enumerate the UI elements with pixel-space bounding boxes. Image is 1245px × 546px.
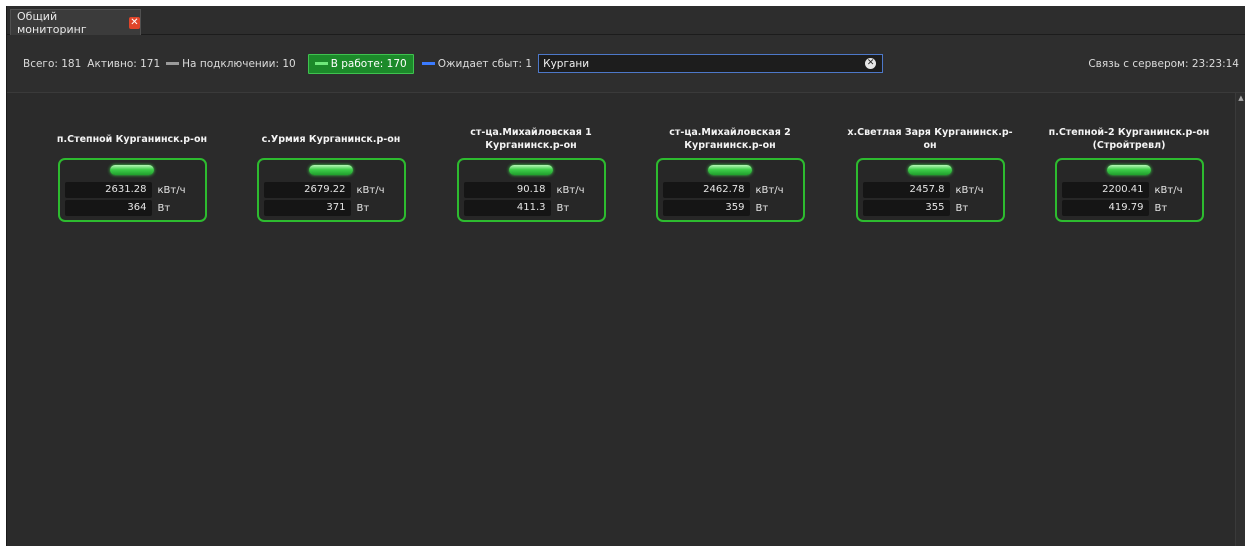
- close-icon[interactable]: ✕: [128, 16, 140, 29]
- filter-working[interactable]: В работе: 170: [307, 53, 414, 74]
- power-unit: Вт: [356, 202, 370, 214]
- power-row: 411.3 Вт: [463, 200, 570, 216]
- station-name: с.Урмия Курганинск.р-он: [261, 133, 401, 145]
- vertical-scrollbar[interactable]: ▲: [1235, 93, 1245, 546]
- station-card[interactable]: 2679.22 кВт/ч 371 Вт: [256, 158, 406, 222]
- station-name: ст-ца.Михайловская 1 Курганинск.р-он: [470, 127, 592, 151]
- waiting-swatch-icon: [421, 62, 435, 65]
- power-unit: Вт: [755, 202, 769, 214]
- power-unit: Вт: [157, 202, 171, 214]
- filter-waiting[interactable]: Ожидает сбыт: 1: [421, 57, 533, 70]
- working-swatch-icon: [314, 62, 328, 65]
- energy-value: 2679.22: [263, 182, 351, 198]
- energy-unit: кВт/ч: [755, 184, 784, 196]
- energy-value: 2457.8: [862, 182, 950, 198]
- station-name: ст-ца.Михайловская 2 Курганинск.р-он: [669, 127, 791, 151]
- power-unit: Вт: [1154, 202, 1168, 214]
- search-input[interactable]: [543, 57, 844, 70]
- power-row: 364 Вт: [64, 200, 171, 216]
- power-value: 355: [862, 200, 950, 216]
- energy-unit: кВт/ч: [1154, 184, 1183, 196]
- clear-icon[interactable]: ✕: [865, 58, 877, 69]
- status-led-icon: [509, 165, 553, 175]
- energy-unit: кВт/ч: [157, 184, 186, 196]
- active-count: Активно: 171: [87, 57, 161, 70]
- energy-value: 2462.78: [662, 182, 750, 198]
- toolbar: Всего: 181 Активно: 171 На подключении: …: [7, 35, 1245, 92]
- tab-title: Общий мониторинг: [17, 9, 87, 36]
- power-value: 364: [64, 200, 152, 216]
- connecting-swatch-icon: [166, 62, 180, 65]
- energy-unit: кВт/ч: [955, 184, 984, 196]
- total-count: Всего: 181: [23, 57, 82, 70]
- filter-waiting-label: Ожидает сбыт: 1: [437, 57, 533, 70]
- power-unit: Вт: [556, 202, 570, 214]
- power-row: 355 Вт: [862, 200, 969, 216]
- station-name: х.Светлая Заря Курганинск.р-он: [847, 127, 1013, 151]
- status-led-icon: [1107, 165, 1151, 175]
- energy-unit: кВт/ч: [356, 184, 385, 196]
- energy-value: 2631.28: [64, 182, 152, 198]
- filter-working-label: В работе: 170: [330, 57, 407, 70]
- power-unit: Вт: [955, 202, 969, 214]
- power-row: 359 Вт: [662, 200, 769, 216]
- server-status: Связь с сервером: 23:23:14: [1088, 57, 1239, 70]
- energy-row: 2631.28 кВт/ч: [64, 182, 186, 198]
- energy-row: 2679.22 кВт/ч: [263, 182, 385, 198]
- station-name: п.Степной Курганинск.р-он: [56, 133, 208, 145]
- power-value: 411.3: [463, 200, 551, 216]
- station-item[interactable]: х.Светлая Заря Курганинск.р-он 2457.8 кВт/…: [841, 124, 1019, 222]
- energy-row: 2457.8 кВт/ч: [862, 182, 984, 198]
- station-card[interactable]: 90.18 кВт/ч 411.3 Вт: [456, 158, 606, 222]
- status-led-icon: [908, 165, 952, 175]
- power-value: 419.79: [1061, 200, 1149, 216]
- station-card[interactable]: 2462.78 кВт/ч 359 Вт: [655, 158, 805, 222]
- search-box[interactable]: ✕: [538, 54, 884, 73]
- monitoring-window: Общий мониторинг ✕ Всего: 181 Активно: 1…: [6, 6, 1245, 546]
- station-name: п.Степной-2 Курганинск.р-он (Стройтревл): [1048, 127, 1210, 151]
- station-item[interactable]: п.Степной Курганинск.р-он 2631.28 кВт/ч 364…: [43, 124, 221, 222]
- tab-strip: Общий мониторинг ✕: [7, 6, 1245, 36]
- energy-row: 2200.41 кВт/ч: [1061, 182, 1183, 198]
- station-item[interactable]: ст-ца.Михайловская 1 Курганинск.р-он 90.1…: [442, 124, 620, 222]
- status-led-icon: [708, 165, 752, 175]
- energy-row: 90.18 кВт/ч: [463, 182, 585, 198]
- power-value: 359: [662, 200, 750, 216]
- station-item[interactable]: с.Урмия Курганинск.р-он 2679.22 кВт/ч 371 Вт: [242, 124, 420, 222]
- filter-connecting-label: На подключении: 10: [182, 57, 296, 70]
- scroll-up-arrow-icon[interactable]: ▲: [1236, 93, 1245, 103]
- tab-general-monitoring[interactable]: Общий мониторинг ✕: [10, 9, 141, 36]
- energy-unit: кВт/ч: [556, 184, 585, 196]
- station-card[interactable]: 2631.28 кВт/ч 364 Вт: [57, 158, 207, 222]
- power-row: 371 Вт: [263, 200, 370, 216]
- station-card[interactable]: 2200.41 кВт/ч 419.79 Вт: [1054, 158, 1204, 222]
- station-item[interactable]: ст-ца.Михайловская 2 Курганинск.р-он 2462…: [641, 124, 819, 222]
- filter-connecting[interactable]: На подключении: 10: [166, 58, 296, 70]
- stations-panel: п.Степной Курганинск.р-он 2631.28 кВт/ч 364…: [7, 92, 1245, 546]
- power-row: 419.79 Вт: [1061, 200, 1168, 216]
- energy-value: 90.18: [463, 182, 551, 198]
- status-led-icon: [110, 165, 154, 175]
- energy-row: 2462.78 кВт/ч: [662, 182, 784, 198]
- power-value: 371: [263, 200, 351, 216]
- station-card[interactable]: 2457.8 кВт/ч 355 Вт: [855, 158, 1005, 222]
- station-item[interactable]: п.Степной-2 Курганинск.р-он (Стройтревл)…: [1040, 124, 1218, 222]
- energy-value: 2200.41: [1061, 182, 1149, 198]
- status-led-icon: [309, 165, 353, 175]
